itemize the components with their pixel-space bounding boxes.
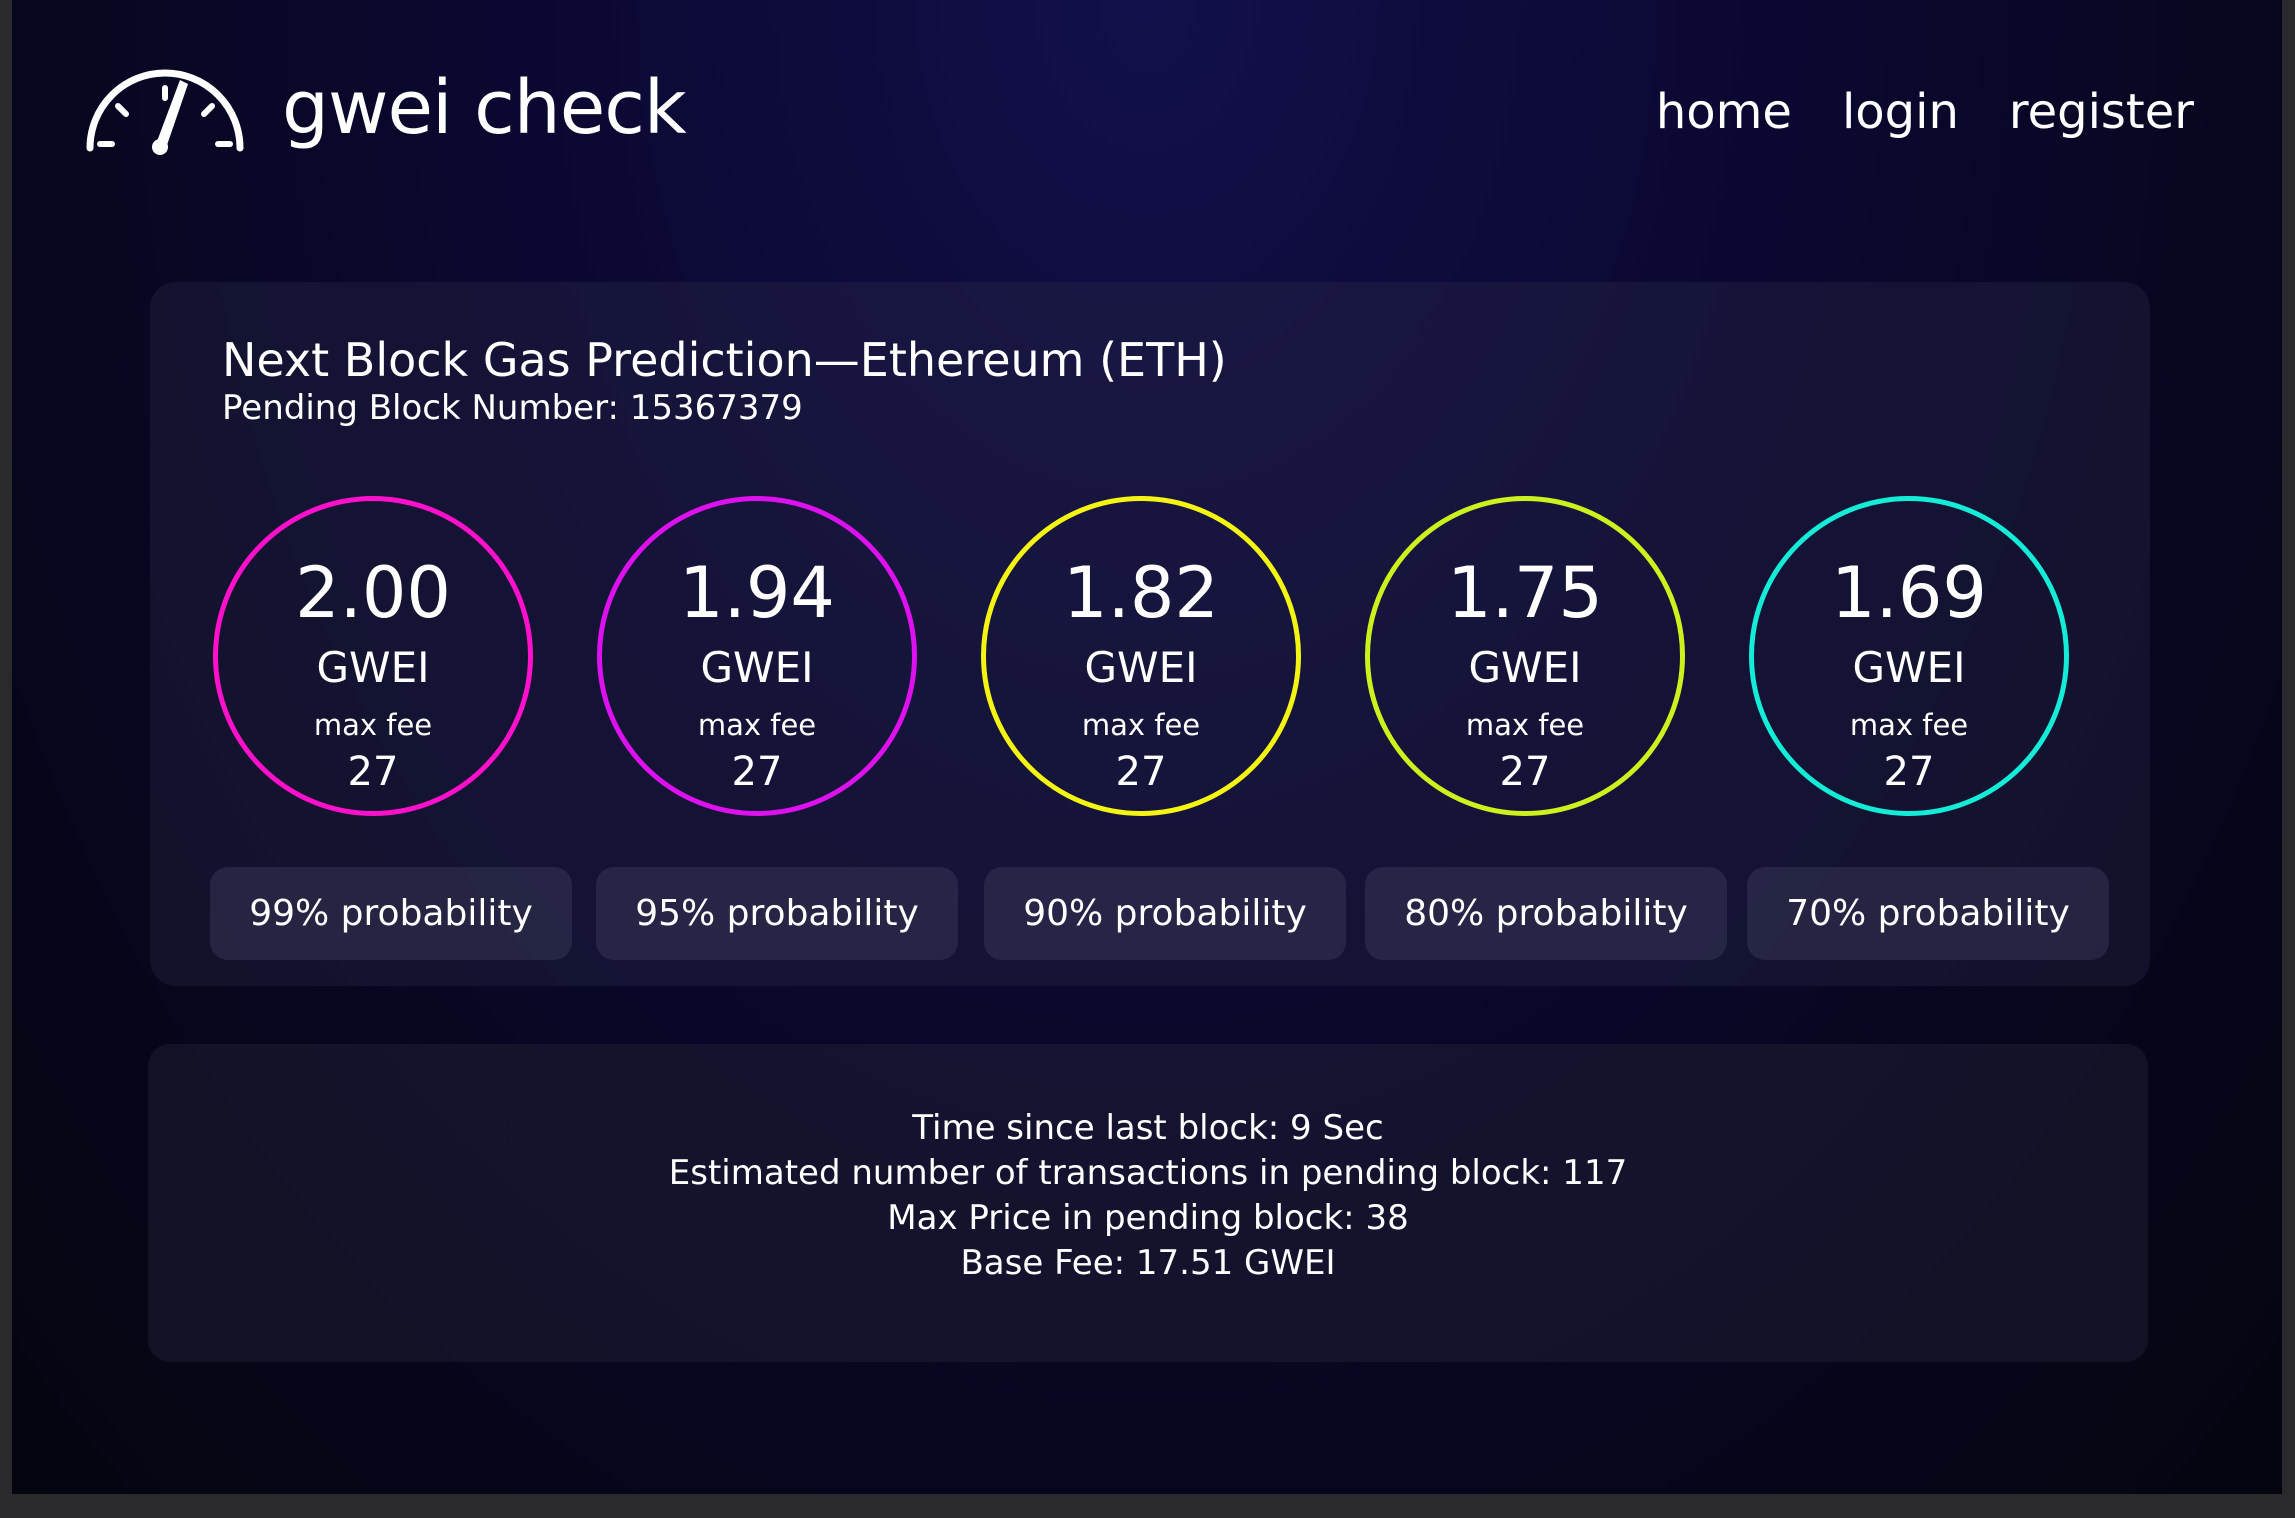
gauge-max-fee: 27 [1499,749,1551,795]
gas-gauge: 1.69 GWEI max fee 27 [1749,496,2069,816]
time-since-last-block: Time since last block: 9 Sec [912,1108,1384,1148]
max-price: Max Price in pending block: 38 [887,1198,1409,1238]
gas-gauge: 1.94 GWEI max fee 27 [597,496,917,816]
probability-badge: 99% probability [210,867,572,960]
probability-badge: 95% probability [596,867,958,960]
probability-badge: 80% probability [1365,867,1727,960]
gauge-label: max fee [1081,708,1201,742]
card-title: Next Block Gas Prediction—Ethereum (ETH) [222,333,1227,387]
app-window: gwei check home login register Next Bloc… [12,0,2282,1494]
block-stats-card: Time since last block: 9 Sec Estimated n… [148,1044,2148,1362]
gas-prediction-card: Next Block Gas Prediction—Ethereum (ETH)… [150,282,2150,986]
pending-block-number: Pending Block Number: 15367379 [222,388,803,428]
gauge-label: max fee [1465,708,1585,742]
gauge-value: 1.69 [1831,552,1987,634]
gauge-unit: GWEI [1852,643,1966,692]
gas-gauge: 1.75 GWEI max fee 27 [1365,496,1685,816]
gauge-max-fee: 27 [1883,749,1935,795]
gauge-value: 2.00 [295,552,451,634]
brand-name[interactable]: gwei check [282,58,687,158]
estimated-tx-count: Estimated number of transactions in pend… [668,1153,1628,1193]
gauge-max-fee: 27 [1115,749,1167,795]
gas-gauge: 2.00 GWEI max fee 27 [213,496,533,816]
nav-home[interactable]: home [1656,76,1792,148]
probability-badge: 70% probability [1747,867,2109,960]
gauge-unit: GWEI [316,643,430,692]
gas-gauge: 1.82 GWEI max fee 27 [981,496,1301,816]
gauge-unit: GWEI [1084,643,1198,692]
nav-register[interactable]: register [2009,76,2194,148]
gauge-max-fee: 27 [347,749,399,795]
gauge-label: max fee [313,708,433,742]
base-fee: Base Fee: 17.51 GWEI [960,1243,1336,1283]
gauge-value: 1.94 [679,552,835,634]
probability-badge: 90% probability [984,867,1346,960]
gauge-label: max fee [697,708,817,742]
gauge-max-fee: 27 [731,749,783,795]
gauge-value: 1.75 [1447,552,1603,634]
gauge-unit: GWEI [700,643,814,692]
main-nav: home login register [1656,76,2194,148]
gauge-unit: GWEI [1468,643,1582,692]
gauge-label: max fee [1849,708,1969,742]
nav-login[interactable]: login [1842,76,1959,148]
speedometer-icon[interactable] [80,60,250,160]
gauge-value: 1.82 [1063,552,1219,634]
